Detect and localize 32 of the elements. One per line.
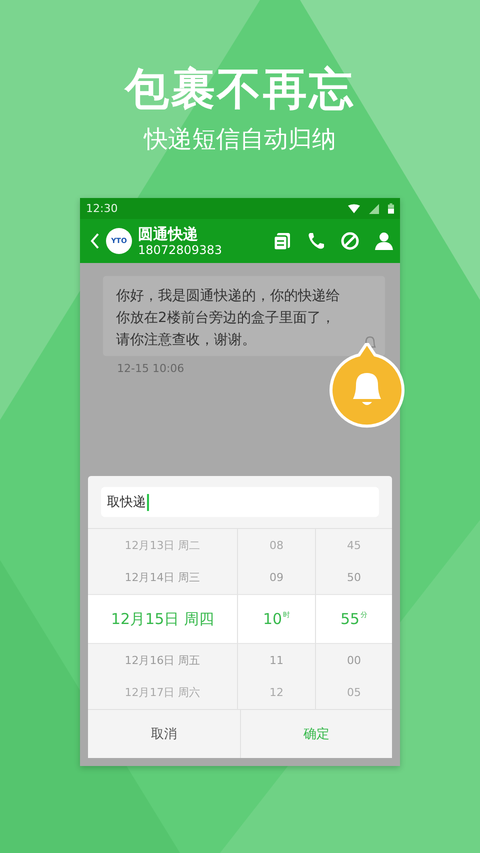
signal-icon [368, 204, 380, 214]
back-icon[interactable] [90, 232, 100, 250]
input-field[interactable]: 取快递 [101, 487, 379, 517]
picker-item[interactable]: 11 [270, 654, 284, 667]
block-icon[interactable] [340, 231, 360, 251]
text-cursor [147, 494, 148, 510]
picker-item[interactable]: 12月16日 周五 [124, 652, 200, 668]
battery-icon [388, 203, 394, 214]
headline: 包裹不再忘 [125, 64, 355, 116]
subtitle: 快递短信自动归纳 [144, 124, 336, 154]
person-icon[interactable] [374, 231, 394, 251]
cancel-button[interactable]: 取消 [88, 710, 240, 758]
picker-item[interactable]: 12月13日 周二 [124, 538, 200, 553]
message-time: 12-15 10:06 [117, 362, 186, 375]
picker-item[interactable]: 50 [347, 571, 361, 584]
copy-icon[interactable] [272, 231, 292, 251]
contact-name: 圆通快递 [138, 226, 199, 242]
picker-item[interactable]: 12月17日 周六 [124, 685, 200, 700]
picker-item[interactable]: 08 [270, 538, 284, 552]
message-text: 你好，我是圆通快递的，你的快递给你放在2楼前台旁边的盒子里面了，请你注意查收，谢谢。 [116, 287, 341, 350]
picker-item[interactable]: 05 [347, 686, 361, 700]
contact-number: 18072809383 [138, 242, 223, 256]
status-time: 12:30 [86, 202, 118, 215]
picker-item[interactable]: 12月14日 周三 [124, 570, 200, 586]
picker-item[interactable]: 12 [270, 686, 284, 700]
picker-item[interactable]: 00 [347, 654, 361, 667]
wifi-icon [348, 204, 360, 214]
picker-item[interactable]: 09 [270, 571, 284, 584]
picker-item[interactable]: 45 [347, 538, 361, 552]
phone-icon[interactable] [306, 231, 326, 251]
picker-item[interactable]: 10 [262, 610, 282, 628]
picker-item[interactable]: 55 [340, 610, 360, 628]
